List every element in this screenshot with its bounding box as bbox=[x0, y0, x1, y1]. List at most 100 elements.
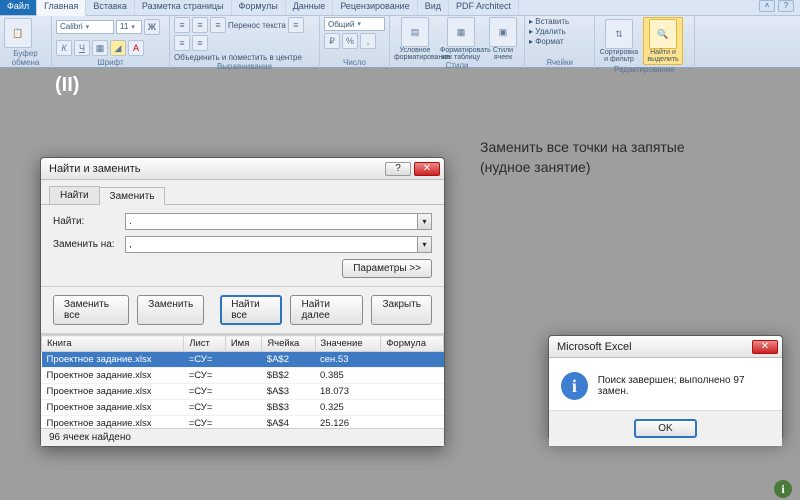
find-label: Найти: bbox=[53, 216, 125, 227]
replace-input[interactable]: , bbox=[125, 236, 418, 253]
msgbox-titlebar[interactable]: Microsoft Excel ✕ bbox=[549, 336, 782, 358]
group-styles-label: Стили bbox=[394, 61, 520, 70]
dialog-form: Найти: . ▾ Заменить на: , ▾ Параметры >> bbox=[41, 205, 444, 287]
tab-pdf[interactable]: PDF Architect bbox=[449, 0, 519, 15]
italic-icon[interactable]: К bbox=[56, 40, 72, 56]
format-cells-button[interactable]: ▸ Формат bbox=[529, 37, 564, 46]
msgbox-ok-button[interactable]: OK bbox=[634, 419, 696, 438]
font-name-combo[interactable]: Calibri bbox=[56, 20, 114, 34]
align-mid-icon[interactable]: ≡ bbox=[192, 17, 208, 33]
results-header[interactable]: Книга bbox=[42, 336, 184, 352]
find-input[interactable]: . bbox=[125, 213, 418, 230]
dialog-help-button[interactable]: ? bbox=[385, 162, 411, 176]
percent-icon[interactable]: % bbox=[342, 33, 358, 49]
find-replace-dialog: Найти и заменить ? ✕ Найти Заменить Найт… bbox=[40, 157, 445, 447]
replace-all-button[interactable]: Заменить все bbox=[53, 295, 129, 325]
border-icon[interactable]: ▦ bbox=[92, 40, 108, 56]
group-alignment-label: Выравнивание bbox=[174, 62, 315, 71]
tab-home[interactable]: Главная bbox=[37, 0, 86, 16]
tab-replace-pane[interactable]: Заменить bbox=[99, 187, 166, 205]
font-color-icon[interactable]: A bbox=[128, 40, 144, 56]
results-list[interactable]: КнигаЛистИмяЯчейкаЗначениеФормула Проект… bbox=[41, 334, 444, 428]
font-size-combo[interactable]: 11 bbox=[116, 20, 142, 34]
results-header[interactable]: Имя bbox=[225, 336, 261, 352]
replace-button[interactable]: Заменить bbox=[137, 295, 204, 325]
insert-cells-button[interactable]: ▸ Вставить bbox=[529, 17, 569, 26]
dialog-titlebar[interactable]: Найти и заменить ? ✕ bbox=[41, 158, 444, 180]
dialog-tabstrip: Найти Заменить bbox=[41, 180, 444, 205]
comma-icon[interactable]: , bbox=[360, 33, 376, 49]
tab-find-pane[interactable]: Найти bbox=[49, 186, 100, 204]
group-alignment: ≡ ≡ ≡ Перенос текста ≡ ≡ ≡ Объединить и … bbox=[170, 16, 320, 68]
group-cells-label: Ячейки bbox=[529, 58, 590, 67]
tab-data[interactable]: Данные bbox=[286, 0, 334, 15]
cell-styles-icon[interactable]: ▣ bbox=[489, 17, 517, 47]
wrap-text-button[interactable]: Перенос текста bbox=[228, 21, 286, 30]
tab-file[interactable]: Файл bbox=[0, 0, 37, 15]
results-row[interactable]: Проектное задание.xlsx=СУ=$A$318.073 bbox=[42, 384, 444, 400]
group-font-label: Шрифт bbox=[56, 58, 165, 67]
close-button[interactable]: Закрыть bbox=[371, 295, 432, 325]
msgbox-close-button[interactable]: ✕ bbox=[752, 340, 778, 354]
tab-review[interactable]: Рецензирование bbox=[333, 0, 418, 15]
ribbon-tabs: Файл Главная Вставка Разметка страницы Ф… bbox=[0, 0, 800, 16]
cond-format-icon[interactable]: ▤ bbox=[401, 17, 429, 47]
align-right-icon[interactable]: ≡ bbox=[192, 35, 208, 51]
group-editing: ⇅Сортировка и фильтр 🔍Найти и выделить Р… bbox=[595, 16, 695, 68]
results-header[interactable]: Значение bbox=[315, 336, 381, 352]
group-number-label: Число bbox=[324, 58, 385, 67]
delete-cells-button[interactable]: ▸ Удалить bbox=[529, 27, 566, 36]
merge-center-button[interactable]: Объединить и поместить в центре bbox=[174, 53, 302, 62]
fill-icon[interactable]: ◢ bbox=[110, 40, 126, 56]
dialog-close-button[interactable]: ✕ bbox=[414, 162, 440, 176]
number-format-combo[interactable]: Общий bbox=[324, 17, 385, 31]
results-header[interactable]: Формула bbox=[381, 336, 444, 352]
replace-history-drop[interactable]: ▾ bbox=[418, 236, 432, 253]
messagebox: Microsoft Excel ✕ i Поиск завершен; выпо… bbox=[548, 335, 783, 440]
replace-label: Заменить на: bbox=[53, 239, 125, 250]
dialog-status: 96 ячеек найдено bbox=[41, 428, 444, 446]
tab-insert[interactable]: Вставка bbox=[86, 0, 134, 15]
sort-filter-icon[interactable]: ⇅ bbox=[605, 19, 633, 49]
options-button[interactable]: Параметры >> bbox=[342, 259, 432, 278]
results-header[interactable]: Ячейка bbox=[262, 336, 315, 352]
tab-formulas[interactable]: Формулы bbox=[232, 0, 286, 15]
slide-number: (II) bbox=[55, 75, 79, 95]
minimize-ribbon-icon[interactable]: ˄ bbox=[759, 0, 775, 12]
msgbox-text: Поиск завершен; выполнено 97 замен. bbox=[598, 375, 770, 397]
format-table-icon[interactable]: ▦ bbox=[447, 17, 475, 47]
find-next-button[interactable]: Найти далее bbox=[290, 295, 363, 325]
bold-icon[interactable]: Ж bbox=[144, 19, 160, 35]
results-row[interactable]: Проектное задание.xlsx=СУ=$A$425.126 bbox=[42, 416, 444, 429]
group-number: Общий ₽%, Число bbox=[320, 16, 390, 68]
results-row[interactable]: Проектное задание.xlsx=СУ=$B$20.385 bbox=[42, 368, 444, 384]
paste-icon[interactable]: 📋 bbox=[4, 18, 32, 48]
group-styles: ▤Условное форматирование ▦Форматировать … bbox=[390, 16, 525, 68]
tab-layout[interactable]: Разметка страницы bbox=[135, 0, 232, 15]
caption-line1: Заменить все точки на запятые bbox=[480, 138, 760, 158]
align-center-icon[interactable]: ≡ bbox=[174, 35, 190, 51]
results-header[interactable]: Лист bbox=[184, 336, 226, 352]
find-select-icon[interactable]: 🔍 bbox=[649, 19, 677, 49]
results-row[interactable]: Проектное задание.xlsx=СУ=$A$2сен.53 bbox=[42, 352, 444, 368]
find-history-drop[interactable]: ▾ bbox=[418, 213, 432, 230]
align-left-icon[interactable]: ≡ bbox=[288, 17, 304, 33]
group-clipboard: 📋 Буфер обмена bbox=[0, 16, 52, 68]
group-editing-label: Редактирование bbox=[599, 65, 690, 74]
info-icon: i bbox=[561, 372, 588, 400]
help-icon[interactable]: ? bbox=[778, 0, 794, 12]
currency-icon[interactable]: ₽ bbox=[324, 33, 340, 49]
align-bot-icon[interactable]: ≡ bbox=[210, 17, 226, 33]
dialog-buttons: Заменить все Заменить Найти все Найти да… bbox=[41, 287, 444, 334]
msgbox-title: Microsoft Excel bbox=[553, 341, 749, 353]
find-all-button[interactable]: Найти все bbox=[220, 295, 282, 325]
align-top-icon[interactable]: ≡ bbox=[174, 17, 190, 33]
hint-badge-icon[interactable]: i bbox=[774, 480, 792, 498]
window-help-buttons: ˄ ? bbox=[759, 0, 794, 12]
underline-icon[interactable]: Ч bbox=[74, 40, 90, 56]
group-font: Calibri 11 Ж К Ч ▦ ◢ A Шрифт bbox=[52, 16, 170, 68]
caption-line2: (нудное занятие) bbox=[480, 158, 760, 178]
ribbon-groups: 📋 Буфер обмена Calibri 11 Ж К Ч ▦ ◢ A Шр… bbox=[0, 16, 800, 68]
tab-view[interactable]: Вид bbox=[418, 0, 449, 15]
results-row[interactable]: Проектное задание.xlsx=СУ=$B$30.325 bbox=[42, 400, 444, 416]
